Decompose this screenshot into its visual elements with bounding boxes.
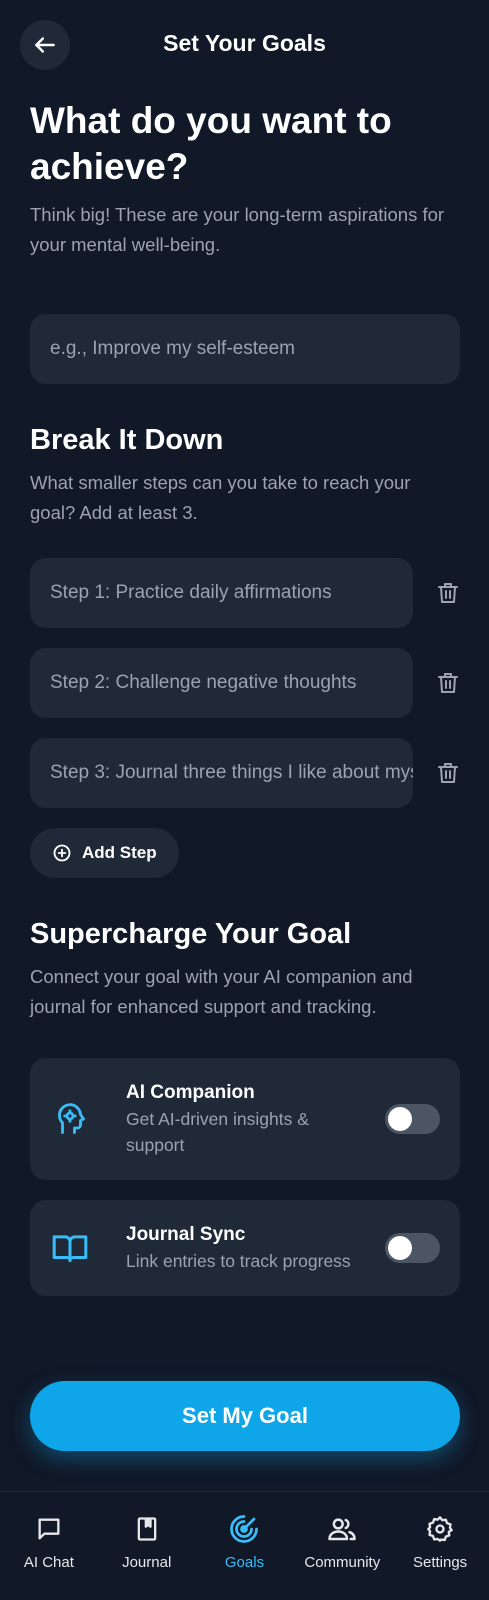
goal-input[interactable]: e.g., Improve my self-esteem: [30, 314, 460, 384]
chat-icon: [34, 1514, 64, 1544]
steps-list: Step 1: Practice daily affirmations Step…: [30, 558, 460, 808]
top-bar: Set Your Goals: [0, 0, 489, 90]
ai-companion-title: AI Companion: [126, 1082, 255, 1103]
journal-sync-toggle[interactable]: [385, 1233, 440, 1263]
step-1-input[interactable]: Step 1: Practice daily affirmations: [30, 558, 413, 628]
step-3-input[interactable]: Step 3: Journal three things I like abou…: [30, 738, 413, 808]
nav-label: AI Chat: [23, 1554, 74, 1571]
nav-item-community[interactable]: Community: [293, 1492, 391, 1600]
page-title: Set Your Goals: [163, 30, 326, 56]
trash-icon: [438, 763, 458, 783]
supercharge-subtitle: Connect your goal with your AI companion…: [30, 966, 413, 1017]
toggle-knob: [388, 1107, 412, 1131]
plus-circle-icon: [53, 844, 71, 862]
step-row: Step 3: Journal three things I like abou…: [30, 738, 460, 808]
journal-icon: [132, 1514, 162, 1544]
delete-step-2-button[interactable]: [413, 648, 460, 718]
nav-item-journal[interactable]: Journal: [98, 1492, 196, 1600]
nav-item-settings[interactable]: Settings: [391, 1492, 489, 1600]
step-row: Step 1: Practice daily affirmations: [30, 558, 460, 628]
add-step-button[interactable]: Add Step: [30, 828, 179, 878]
nav-label: Community: [304, 1554, 381, 1571]
set-goal-button[interactable]: Set My Goal: [30, 1381, 460, 1451]
ai-companion-toggle[interactable]: [385, 1104, 440, 1134]
add-step-label: Add Step: [82, 843, 157, 862]
journal-sync-description: Link entries to track progress: [126, 1251, 351, 1271]
nav-label: Goals: [224, 1554, 265, 1571]
breakdown-subtitle: What smaller steps can you take to reach…: [30, 472, 411, 523]
people-icon: [327, 1514, 357, 1544]
target-icon: [229, 1514, 259, 1544]
goal-heading: What do you want to achieve?: [30, 100, 392, 187]
nav-label: Settings: [412, 1554, 468, 1571]
gear-icon: [425, 1514, 455, 1544]
goal-form: What do you want to achieve? Think big! …: [30, 98, 460, 1296]
delete-step-3-button[interactable]: [413, 738, 460, 808]
nav-item-ai-chat[interactable]: AI Chat: [0, 1492, 98, 1600]
ai-companion-description: Get AI-driven insights & support: [126, 1109, 309, 1155]
bottom-nav: AI Chat Journal Goals Community Settings: [0, 1491, 489, 1600]
open-book-icon: [50, 1228, 90, 1268]
ai-head-icon: [50, 1099, 90, 1139]
trash-icon: [438, 673, 458, 693]
nav-item-goals[interactable]: Goals: [196, 1492, 294, 1600]
trash-icon: [438, 583, 458, 603]
goal-subtitle: Think big! These are your long-term aspi…: [30, 204, 445, 255]
nav-label: Journal: [122, 1554, 172, 1571]
breakdown-heading: Break It Down: [30, 424, 224, 456]
step-2-input[interactable]: Step 2: Challenge negative thoughts: [30, 648, 413, 718]
journal-sync-card: Journal Sync Link entries to track progr…: [30, 1200, 460, 1296]
ai-companion-card: AI Companion Get AI-driven insights & su…: [30, 1058, 460, 1180]
toggle-knob: [388, 1236, 412, 1260]
supercharge-heading: Supercharge Your Goal: [30, 918, 352, 950]
delete-step-1-button[interactable]: [413, 558, 460, 628]
step-row: Step 2: Challenge negative thoughts: [30, 648, 460, 718]
